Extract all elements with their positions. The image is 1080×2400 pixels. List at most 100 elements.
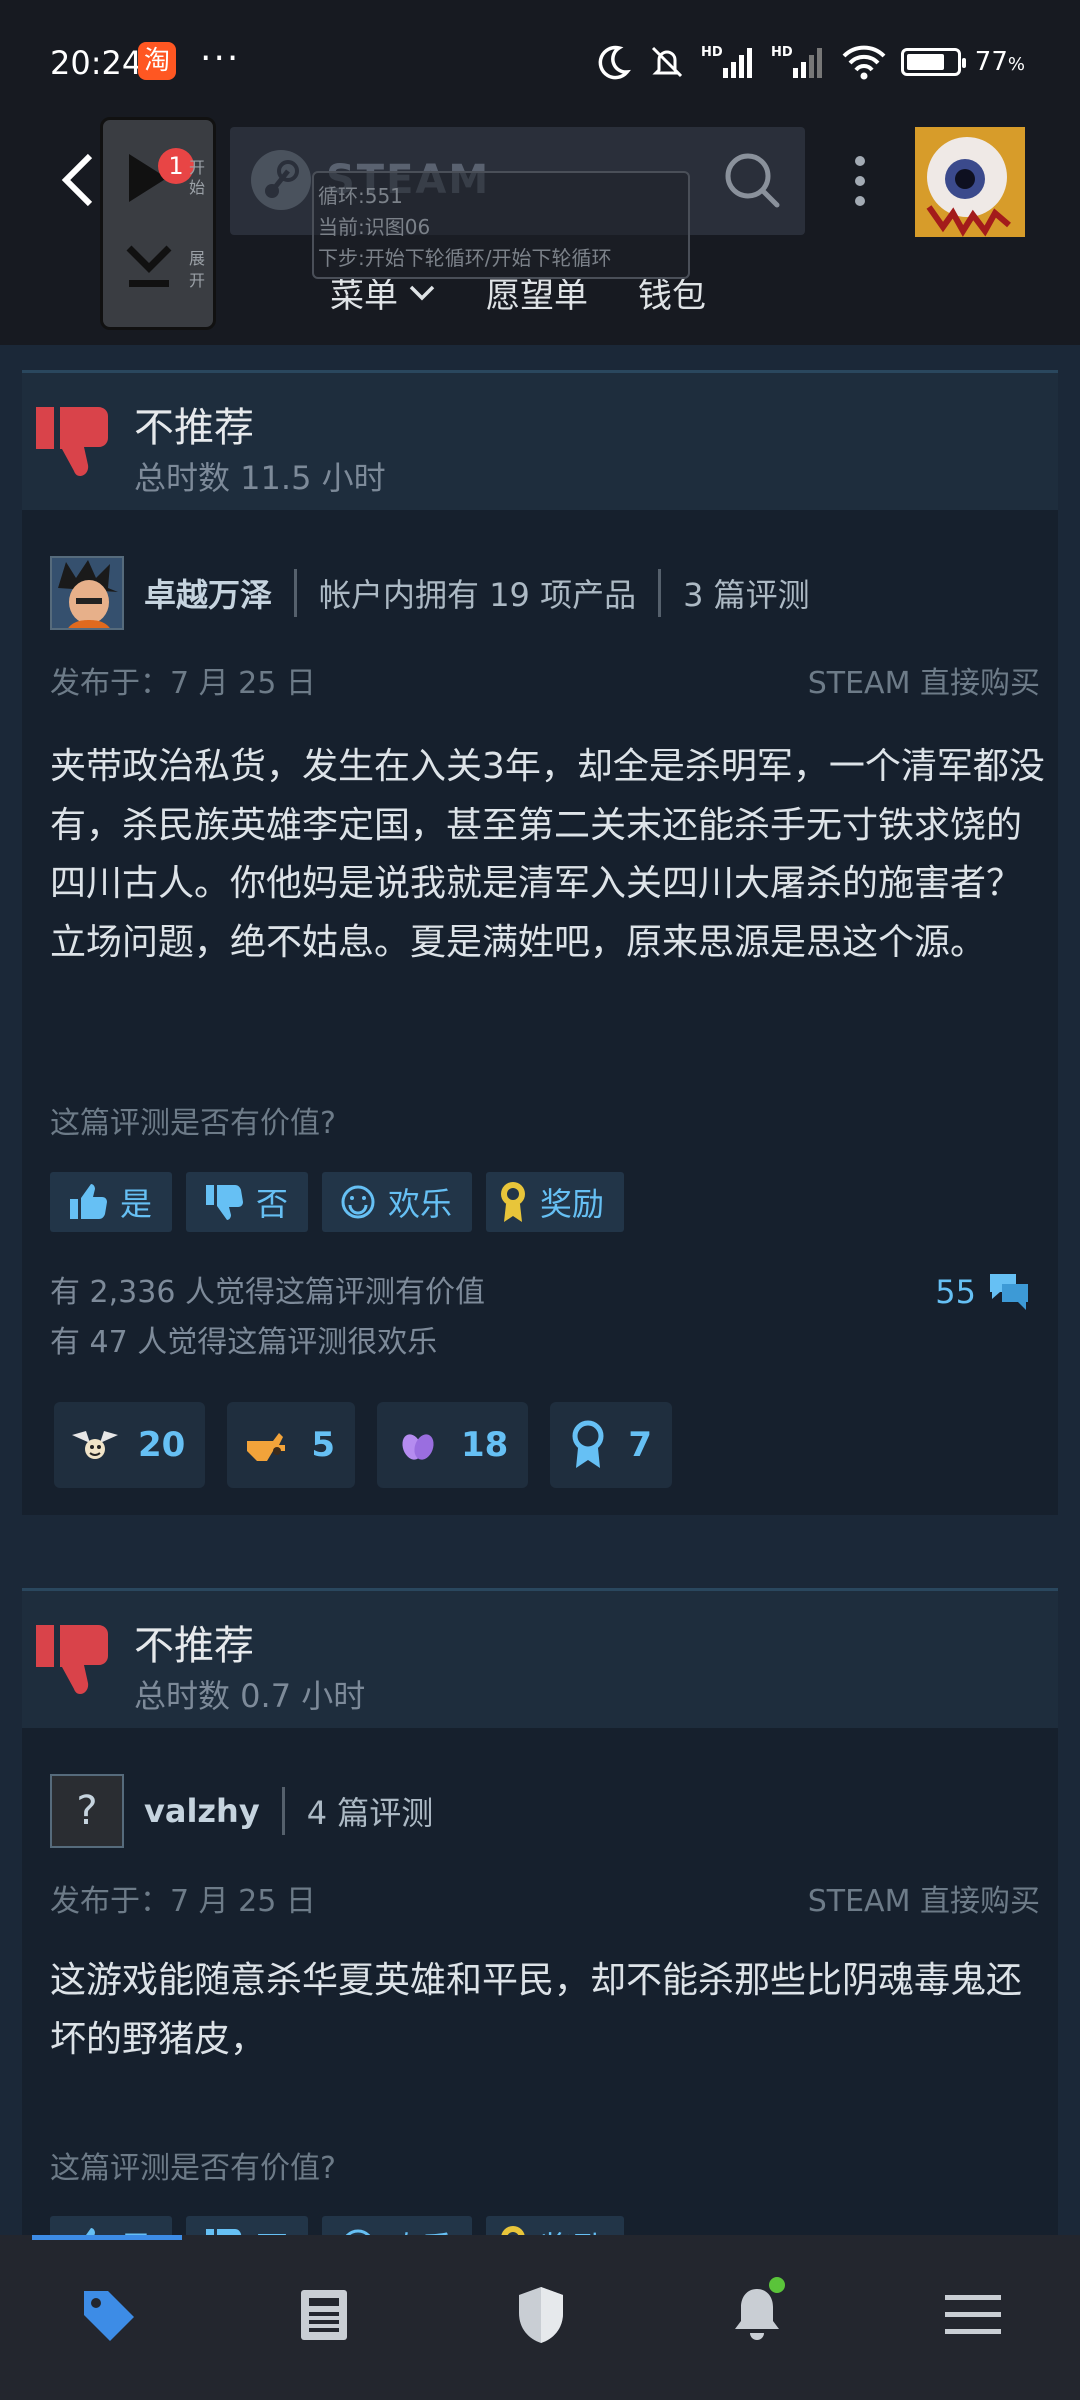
- user-avatar[interactable]: [915, 127, 1025, 237]
- vote-no-button[interactable]: 否: [186, 1172, 309, 1232]
- review-header[interactable]: 不推荐 总时数 11.5 小时: [22, 370, 1058, 510]
- author-avatar[interactable]: [50, 556, 124, 630]
- thumbs-down-icon: [30, 399, 120, 493]
- purchase-source: STEAM 直接购买: [807, 666, 1040, 701]
- notification-dot: [766, 2274, 788, 2296]
- clapping-hands-award-icon: [402, 1434, 434, 1460]
- award-count: 20: [138, 1425, 186, 1465]
- vote-buttons: 是 否 欢乐 奖励: [50, 1172, 625, 1232]
- award-count: 5: [311, 1425, 335, 1465]
- svg-text:HD: HD: [771, 45, 793, 60]
- start-label: 开始: [189, 158, 206, 197]
- divider: [294, 569, 298, 617]
- taobao-icon: 淘: [138, 42, 176, 80]
- award-reaction[interactable]: 20: [54, 1402, 206, 1488]
- wifi-icon: [841, 42, 887, 82]
- medal-ribbon-award-icon: [572, 1420, 604, 1468]
- search-icon[interactable]: [723, 151, 783, 215]
- posted-date: 发布于：7 月 25 日: [50, 666, 316, 701]
- purchase-source: STEAM 直接购买: [807, 1884, 1040, 1919]
- battery-unit: %: [1007, 54, 1025, 75]
- helpful-stats: 有 2,336 人觉得这篇评测有价值 有 47 人觉得这篇评测很欢乐: [50, 1268, 485, 1368]
- more-notifications-icon: ···: [200, 38, 241, 79]
- review-body: 这游戏能随意杀华夏英雄和平民，却不能杀那些比阴魂毒鬼还坏的野猪皮，: [50, 1960, 1023, 2060]
- review-card: 不推荐 总时数 0.7 小时 ? valzhy 4 篇评测 发布于：7 月 25…: [22, 1588, 1058, 2276]
- vote-no-label: 否: [256, 1185, 289, 1223]
- svg-text:HD: HD: [701, 45, 723, 60]
- loop-next: 下步:开始下轮循环/开始下轮循环: [318, 246, 612, 270]
- author-name-link[interactable]: valzhy: [144, 1792, 260, 1830]
- review-hours: 总时数 11.5 小时: [134, 459, 386, 497]
- loop-status-box: 循环:551 当前:识图06 下步:开始下轮循环/开始下轮循环: [312, 171, 690, 279]
- news-icon[interactable]: [289, 2280, 359, 2350]
- helpful-question: 这篇评测是否有价值?: [50, 1106, 336, 1141]
- floating-automation-panel[interactable]: 1 开始 展开: [100, 117, 216, 330]
- back-button[interactable]: [58, 150, 98, 210]
- vote-funny-button[interactable]: 欢乐: [322, 1172, 473, 1232]
- moon-icon: [593, 42, 633, 82]
- expand-label: 展开: [189, 249, 206, 290]
- more-options-icon[interactable]: [848, 155, 872, 211]
- bottom-nav: [0, 2235, 1080, 2400]
- battery-icon: [900, 48, 966, 76]
- review-header[interactable]: 不推荐 总时数 0.7 小时: [22, 1588, 1058, 1728]
- chevron-down-icon: [409, 285, 435, 300]
- vote-yes-label: 是: [120, 1185, 153, 1223]
- loop-count: 循环:551: [318, 184, 403, 208]
- award-reaction[interactable]: 7: [550, 1402, 672, 1488]
- helpful-question: 这篇评测是否有价值?: [50, 2151, 336, 2186]
- author-products[interactable]: 帐户内拥有 19 项产品: [319, 570, 636, 616]
- funny-count: 有 47 人觉得这篇评测很欢乐: [50, 1325, 438, 1360]
- review-meta: 发布于：7 月 25 日 STEAM 直接购买: [50, 658, 1040, 702]
- award-reaction[interactable]: 5: [227, 1402, 355, 1488]
- thumbs-down-icon: [206, 1185, 244, 1220]
- helpful-count: 有 2,336 人觉得这篇评测有价值: [50, 1275, 485, 1310]
- author-review-count[interactable]: 3 篇评测: [683, 570, 810, 616]
- guard-shield-icon[interactable]: [506, 2280, 576, 2350]
- notifications-bell-icon[interactable]: [722, 2274, 792, 2350]
- collapse-down-icon[interactable]: [121, 240, 177, 300]
- review-author-row: ? valzhy 4 篇评测: [50, 1774, 433, 1848]
- comment-bubble-icon: [990, 1274, 1028, 1310]
- vote-yes-button[interactable]: 是: [50, 1172, 173, 1232]
- status-bar: 20:24 淘 ··· HD HD 77%: [0, 0, 1080, 120]
- steam-logo-icon: [251, 150, 311, 210]
- divider: [658, 569, 662, 617]
- loop-current: 当前:识图06: [318, 215, 431, 239]
- award-label: 奖励: [540, 1185, 605, 1223]
- thumbs-down-icon: [30, 1617, 120, 1711]
- avatar-placeholder: ?: [76, 1788, 98, 1834]
- author-name-link[interactable]: 卓越万泽: [144, 570, 272, 616]
- store-tag-icon[interactable]: [73, 2280, 143, 2350]
- award-count: 18: [461, 1425, 509, 1465]
- posted-date: 发布于：7 月 25 日: [50, 1884, 316, 1919]
- signal-hd-icon: HD: [701, 42, 757, 82]
- award-ribbon-icon: [501, 1182, 526, 1222]
- comment-count: 55: [935, 1273, 976, 1311]
- signal-hd-icon: HD: [771, 42, 827, 82]
- status-time: 20:24: [50, 44, 143, 82]
- battery-percent: 77: [974, 47, 1008, 77]
- menu-icon[interactable]: [938, 2280, 1008, 2350]
- active-tab-indicator: [32, 2235, 182, 2240]
- smiley-icon: [341, 1185, 375, 1219]
- vote-funny-label: 欢乐: [388, 1185, 453, 1223]
- award-button[interactable]: 奖励: [486, 1172, 625, 1232]
- award-reaction[interactable]: 18: [377, 1402, 529, 1488]
- review-verdict: 不推荐: [134, 405, 254, 451]
- review-meta: 发布于：7 月 25 日 STEAM 直接购买: [50, 1876, 1040, 1920]
- review-card: 不推荐 总时数 11.5 小时 卓越万泽 帐户内拥有 19 项产品 3 篇评测 …: [22, 370, 1058, 1515]
- hand-point-award-icon: [247, 1433, 286, 1461]
- award-reactions: 20 5 18 7: [54, 1402, 672, 1488]
- review-verdict: 不推荐: [134, 1623, 254, 1669]
- comments-link[interactable]: 55: [935, 1270, 1032, 1314]
- winged-award-icon: [72, 1431, 118, 1459]
- review-hours: 总时数 0.7 小时: [134, 1677, 366, 1715]
- mute-icon: [647, 42, 687, 82]
- award-count: 7: [628, 1425, 652, 1465]
- review-author-row: 卓越万泽 帐户内拥有 19 项产品 3 篇评测: [50, 556, 810, 630]
- author-review-count[interactable]: 4 篇评测: [307, 1788, 434, 1834]
- thumbs-up-icon: [70, 1184, 107, 1219]
- divider: [281, 1787, 285, 1835]
- author-avatar[interactable]: ?: [50, 1774, 124, 1848]
